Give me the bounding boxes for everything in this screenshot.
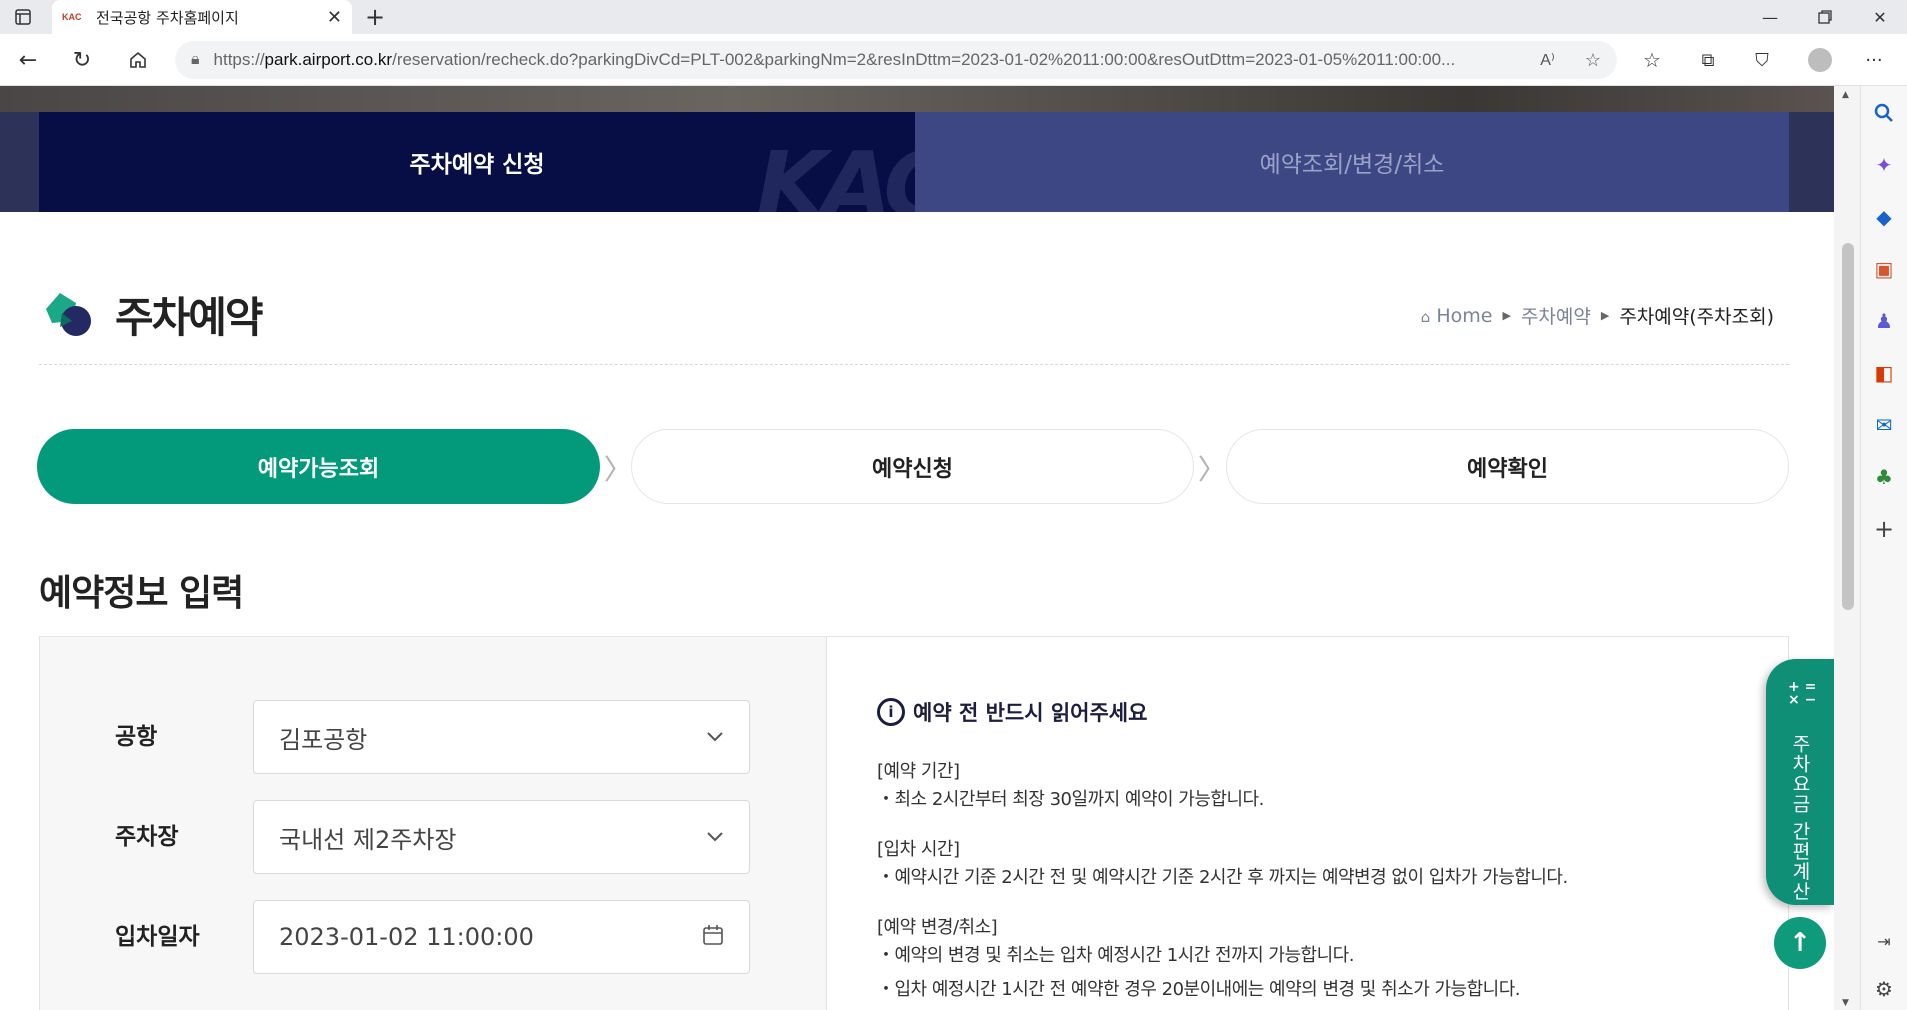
office-icon[interactable]: ◧ (1871, 360, 1897, 386)
tab-title: 전국공항 주차홈페이지 (96, 8, 239, 27)
section-title: 예약정보 입력 (39, 573, 244, 614)
edge-sidebar: ✦ ◆ ▣ ♟ ◧ ✉ ♣ + ⇥ ⚙ (1860, 86, 1907, 1010)
close-window-button[interactable]: ✕ (1855, 0, 1905, 34)
minimize-button[interactable]: — (1745, 0, 1795, 34)
browser-toolbar: ← ↻ 🔒︎ https://park.airport.co.kr/reserv… (0, 34, 1907, 86)
notice-line: [예약 기간] (877, 761, 960, 782)
airport-label: 공항 (115, 724, 158, 750)
address-bar[interactable]: 🔒︎ https://park.airport.co.kr/reservatio… (175, 41, 1617, 79)
kac-favicon-icon: KAC (62, 12, 82, 22)
outlook-icon[interactable]: ✉ (1871, 412, 1897, 438)
calculator-icon: + = × − (1788, 679, 1817, 708)
fee-calculator-button[interactable]: + = × − 주차요금 간편계산 (1766, 659, 1834, 905)
parking-logo-icon (46, 293, 91, 336)
search-icon[interactable] (1871, 100, 1897, 126)
breadcrumb: ⌂ Home ▶ 주차예약 ▶ 주차예약(주차조회) (1421, 302, 1774, 329)
tab-actions-icon[interactable] (0, 0, 45, 34)
notice-line: ・예약시간 기준 2시간 전 및 예약시간 기준 2시간 후 까지는 예약변경 … (877, 867, 1568, 888)
more-menu-icon[interactable]: ··· (1858, 44, 1890, 76)
tools-briefcase-icon[interactable]: ▣ (1871, 256, 1897, 282)
entry-date-input[interactable]: 2023-01-02 11:00:00 (253, 900, 750, 974)
chevron-down-icon (706, 827, 724, 848)
scroll-up-arrow-icon[interactable]: ▲ (1842, 90, 1849, 100)
browser-titlebar: KAC 전국공항 주차홈페이지 ✕ + — ✕ (0, 0, 1907, 34)
breadcrumb-home-link[interactable]: ⌂ Home (1421, 305, 1493, 327)
calendar-icon[interactable] (702, 924, 724, 951)
entry-date-value: 2023-01-02 11:00:00 (279, 923, 534, 951)
back-arrow-icon[interactable]: ← (12, 44, 44, 76)
add-favorite-icon[interactable]: ☆ (1585, 50, 1601, 71)
hide-sidebar-icon[interactable]: ⇥ (1871, 928, 1897, 954)
notice-line: ・최소 2시간부터 최장 30일까지 예약이 가능합니다. (877, 789, 1264, 810)
reservation-form: 공항 김포공항 주차장 국내선 제2주차장 입차일자 2023-01-02 11… (39, 636, 826, 1010)
top-nav: KAC 주차예약 신청 예약조회/변경/취소 (0, 112, 1834, 212)
add-sidebar-icon[interactable]: + (1871, 515, 1897, 543)
breadcrumb-current: 주차예약(주차조회) (1619, 306, 1774, 328)
page-title: 주차예약 (115, 293, 264, 342)
notice-line: [예약 변경/취소] (877, 917, 998, 938)
parking-lot-select[interactable]: 국내선 제2주차장 (253, 800, 750, 874)
page-scrollbar[interactable]: ▲ ▼ (1834, 86, 1860, 1010)
maximize-button[interactable] (1800, 0, 1850, 34)
url-text: https://park.airport.co.kr/reservation/r… (213, 50, 1456, 69)
scroll-to-top-button[interactable]: ↑ (1774, 917, 1826, 969)
profile-avatar[interactable] (1804, 44, 1836, 76)
breadcrumb-separator-icon: ▶ (1600, 309, 1610, 322)
step-apply[interactable]: 예약신청 (631, 429, 1194, 504)
notice-line: ・입차 예정시간 1시간 전 예약한 경우 20분이내에는 예약의 변경 및 취… (877, 979, 1521, 1000)
entry-date-label: 입차일자 (115, 924, 200, 950)
nav-reservation-lookup-label: 예약조회/변경/취소 (1259, 152, 1445, 178)
info-icon: i (877, 698, 905, 726)
notice-heading: i 예약 전 반드시 읽어주세요 (877, 697, 1147, 727)
step-availability[interactable]: 예약가능조회 (37, 429, 600, 504)
breadcrumb-separator-icon: ▶ (1502, 309, 1511, 322)
lock-icon: 🔒︎ (191, 51, 200, 68)
nav-reservation-apply[interactable]: KAC 주차예약 신청 (39, 112, 915, 212)
step-arrow-icon: 〉〉 (604, 453, 632, 486)
step-confirm[interactable]: 예약확인 (1226, 429, 1789, 504)
gear-icon[interactable]: ⚙ (1871, 976, 1897, 1002)
browser-tab[interactable]: KAC 전국공항 주차홈페이지 ✕ (52, 0, 352, 34)
fee-calculator-label: 주차요금 간편계산 (1789, 734, 1811, 902)
step-arrow-icon: 〉〉 (1198, 453, 1226, 486)
notice-line: [입차 시간] (877, 839, 960, 860)
home-icon[interactable] (122, 44, 154, 76)
read-aloud-icon[interactable]: A⁾ (1540, 50, 1555, 70)
browser-essentials-icon[interactable]: ⛉ (1746, 44, 1778, 76)
notice-line: ・예약의 변경 및 취소는 입차 예정시간 1시간 전까지 가능합니다. (877, 945, 1354, 966)
copilot-icon[interactable]: ✦ (1871, 152, 1897, 178)
refresh-icon[interactable]: ↻ (66, 44, 98, 76)
new-tab-button[interactable]: + (358, 0, 392, 34)
page-content: KAC 주차예약 신청 예약조회/변경/취소 주차예약 ⌂ Home ▶ 주차예… (0, 86, 1834, 1010)
scroll-down-arrow-icon[interactable]: ▼ (1842, 998, 1849, 1008)
hero-banner (0, 86, 1834, 112)
chevron-down-icon (706, 727, 724, 748)
tree-icon[interactable]: ♣ (1871, 464, 1897, 490)
breadcrumb-link-parking[interactable]: 주차예약 (1521, 302, 1591, 329)
divider (39, 364, 1789, 365)
parking-lot-label: 주차장 (115, 824, 179, 850)
shopping-tag-icon[interactable]: ◆ (1871, 204, 1897, 230)
games-icon[interactable]: ♟ (1871, 308, 1897, 334)
kac-watermark: KAC (755, 132, 915, 212)
airport-select[interactable]: 김포공항 (253, 700, 750, 774)
home-icon: ⌂ (1420, 307, 1431, 326)
notice-heading-text: 예약 전 반드시 읽어주세요 (913, 701, 1148, 725)
notice-box: i 예약 전 반드시 읽어주세요 [예약 기간] ・최소 2시간부터 최장 30… (826, 636, 1789, 1010)
favorites-icon[interactable]: ☆ (1636, 44, 1668, 76)
parking-lot-select-value: 국내선 제2주차장 (279, 825, 457, 854)
airport-select-value: 김포공항 (279, 725, 368, 754)
collections-icon[interactable]: ⧉ (1692, 44, 1724, 76)
nav-reservation-lookup[interactable]: 예약조회/변경/취소 (915, 112, 1789, 212)
scrollbar-thumb[interactable] (1842, 243, 1854, 610)
close-tab-icon[interactable]: ✕ (327, 7, 342, 28)
nav-reservation-apply-label: 주차예약 신청 (409, 152, 545, 178)
